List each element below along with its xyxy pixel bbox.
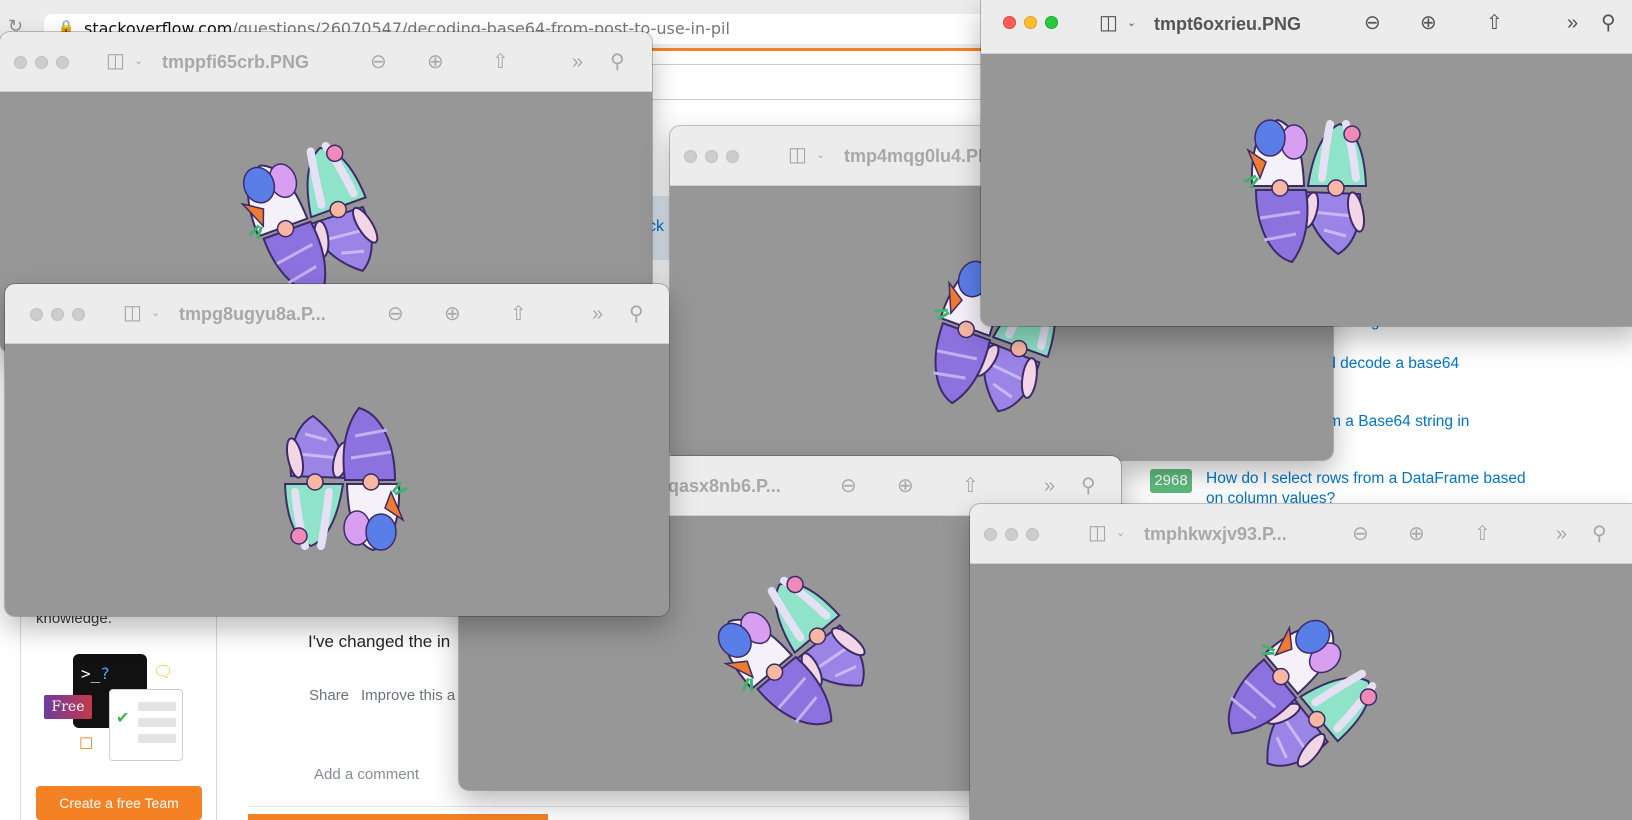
related-link-3[interactable]: from a Base64 string in bbox=[1310, 412, 1469, 432]
sidebar-border bbox=[216, 600, 217, 820]
window-titlebar[interactable]: ◫ ⌄ tmpt6oxrieu.PNG ⊖ ⊕ ⇧ » ⚲ bbox=[981, 0, 1632, 54]
gnome-image bbox=[1215, 616, 1385, 786]
zoom-button[interactable] bbox=[1045, 16, 1058, 29]
improve-link[interactable]: Improve this a bbox=[361, 687, 455, 704]
add-comment-link[interactable]: Add a comment bbox=[314, 766, 419, 783]
preview-window-active[interactable]: ◫ ⌄ tmpt6oxrieu.PNG ⊖ ⊕ ⇧ » ⚲ bbox=[981, 0, 1632, 326]
close-button[interactable] bbox=[14, 56, 27, 69]
chevron-down-icon[interactable]: ⌄ bbox=[151, 306, 160, 319]
more-chevrons-icon[interactable]: » bbox=[592, 303, 603, 325]
search-icon[interactable]: ⚲ bbox=[1601, 12, 1616, 34]
zoom-in-icon[interactable]: ⊕ bbox=[1420, 12, 1437, 34]
zoom-out-icon[interactable]: ⊖ bbox=[387, 303, 404, 325]
related-link-4[interactable]: How do I select rows from a DataFrame ba… bbox=[1206, 469, 1536, 509]
window-titlebar[interactable]: ◫ ⌄ tmphkwxjv93.P... ⊖ ⊕ ⇧ » ⚲ bbox=[970, 504, 1632, 564]
more-chevrons-icon[interactable]: » bbox=[1567, 12, 1578, 34]
minimize-button[interactable] bbox=[705, 150, 718, 163]
zoom-out-icon[interactable]: ⊖ bbox=[1352, 523, 1369, 545]
sidebar-toggle-icon[interactable]: ◫ bbox=[788, 144, 807, 166]
search-icon[interactable]: ⚲ bbox=[1081, 475, 1096, 497]
search-icon[interactable]: ⚲ bbox=[629, 303, 644, 325]
chat-bubble-icon: 🗨 bbox=[153, 664, 174, 681]
zoom-in-icon[interactable]: ⊕ bbox=[427, 51, 444, 73]
zoom-in-icon[interactable]: ⊕ bbox=[1408, 523, 1425, 545]
minimize-button[interactable] bbox=[35, 56, 48, 69]
checkmark-icon: ✔ bbox=[116, 710, 130, 727]
gnome-image bbox=[1226, 104, 1396, 274]
sidebar-toggle-icon[interactable]: ◫ bbox=[123, 302, 142, 324]
window-title: tmpt6oxrieu.PNG bbox=[1154, 14, 1302, 34]
preview-window[interactable]: ◫ ⌄ tmphkwxjv93.P... ⊖ ⊕ ⇧ » ⚲ bbox=[970, 504, 1632, 820]
zoom-button[interactable] bbox=[56, 56, 69, 69]
zoom-button[interactable] bbox=[72, 308, 85, 321]
close-button[interactable] bbox=[1003, 16, 1016, 29]
share-icon[interactable]: ⇧ bbox=[1474, 523, 1491, 545]
share-icon[interactable]: ⇧ bbox=[492, 51, 509, 73]
gnome-image bbox=[255, 396, 425, 566]
search-icon[interactable]: ⚲ bbox=[1592, 523, 1607, 545]
share-link[interactable]: Share bbox=[309, 687, 349, 704]
chevron-down-icon[interactable]: ⌄ bbox=[134, 54, 143, 67]
chevron-down-icon[interactable]: ⌄ bbox=[816, 148, 825, 161]
minimize-button[interactable] bbox=[1024, 16, 1037, 29]
sidebar-toggle-icon[interactable]: ◫ bbox=[1099, 12, 1118, 34]
chevron-down-icon[interactable]: ⌄ bbox=[1116, 526, 1125, 539]
chat-bubble-icon: ☐ bbox=[79, 736, 94, 753]
close-button[interactable] bbox=[684, 150, 697, 163]
search-icon[interactable]: ⚲ bbox=[610, 51, 625, 73]
sidebar-toggle-icon[interactable]: ◫ bbox=[1088, 522, 1107, 544]
close-button[interactable] bbox=[984, 528, 997, 541]
divider bbox=[248, 806, 968, 807]
more-chevrons-icon[interactable]: » bbox=[1556, 523, 1567, 545]
zoom-button[interactable] bbox=[1026, 528, 1039, 541]
window-title: qasx8nb6.P... bbox=[668, 476, 781, 496]
gnome-image bbox=[714, 568, 884, 738]
image-canvas bbox=[970, 564, 1632, 820]
footer-accent bbox=[248, 814, 548, 820]
page-load-progress bbox=[640, 48, 1020, 51]
answer-text: I've changed the in bbox=[308, 632, 451, 651]
zoom-out-icon[interactable]: ⊖ bbox=[840, 475, 857, 497]
gnome-image bbox=[230, 134, 400, 304]
zoom-in-icon[interactable]: ⊕ bbox=[897, 475, 914, 497]
more-chevrons-icon[interactable]: » bbox=[572, 51, 583, 73]
minimize-button[interactable] bbox=[1005, 528, 1018, 541]
zoom-in-icon[interactable]: ⊕ bbox=[444, 303, 461, 325]
window-title: tmppfi65crb.PNG bbox=[162, 52, 310, 72]
window-title: tmphkwxjv93.P... bbox=[1144, 524, 1287, 544]
free-badge: Free bbox=[44, 695, 92, 719]
related-score-badge: 2968 bbox=[1150, 469, 1192, 493]
site-search-input[interactable] bbox=[650, 64, 1020, 100]
desktop: ↻ 🔒 stackoverflow.com/questions/26070547… bbox=[0, 0, 1632, 820]
more-chevrons-icon[interactable]: » bbox=[1044, 475, 1055, 497]
sidebar-toggle-icon[interactable]: ◫ bbox=[106, 50, 125, 72]
close-button[interactable] bbox=[30, 308, 43, 321]
window-titlebar[interactable]: ◫ ⌄ tmpg8ugyu8a.P... ⊖ ⊕ ⇧ » ⚲ bbox=[5, 284, 669, 344]
sidebar-border bbox=[20, 600, 21, 820]
minimize-button[interactable] bbox=[51, 308, 64, 321]
zoom-out-icon[interactable]: ⊖ bbox=[370, 51, 387, 73]
share-icon[interactable]: ⇧ bbox=[510, 303, 527, 325]
share-icon[interactable]: ⇧ bbox=[1486, 12, 1503, 34]
zoom-button[interactable] bbox=[726, 150, 739, 163]
window-titlebar[interactable]: ◫ ⌄ tmppfi65crb.PNG ⊖ ⊕ ⇧ » ⚲ bbox=[0, 32, 652, 92]
chevron-down-icon[interactable]: ⌄ bbox=[1127, 16, 1136, 29]
preview-window[interactable]: ◫ ⌄ tmpg8ugyu8a.P... ⊖ ⊕ ⇧ » ⚲ bbox=[5, 284, 669, 616]
zoom-out-icon[interactable]: ⊖ bbox=[1364, 12, 1381, 34]
image-canvas bbox=[981, 54, 1632, 326]
share-icon[interactable]: ⇧ bbox=[962, 475, 979, 497]
image-canvas bbox=[5, 344, 669, 616]
create-team-button[interactable]: Create a free Team bbox=[36, 786, 202, 820]
window-title: tmpg8ugyu8a.P... bbox=[179, 304, 326, 324]
